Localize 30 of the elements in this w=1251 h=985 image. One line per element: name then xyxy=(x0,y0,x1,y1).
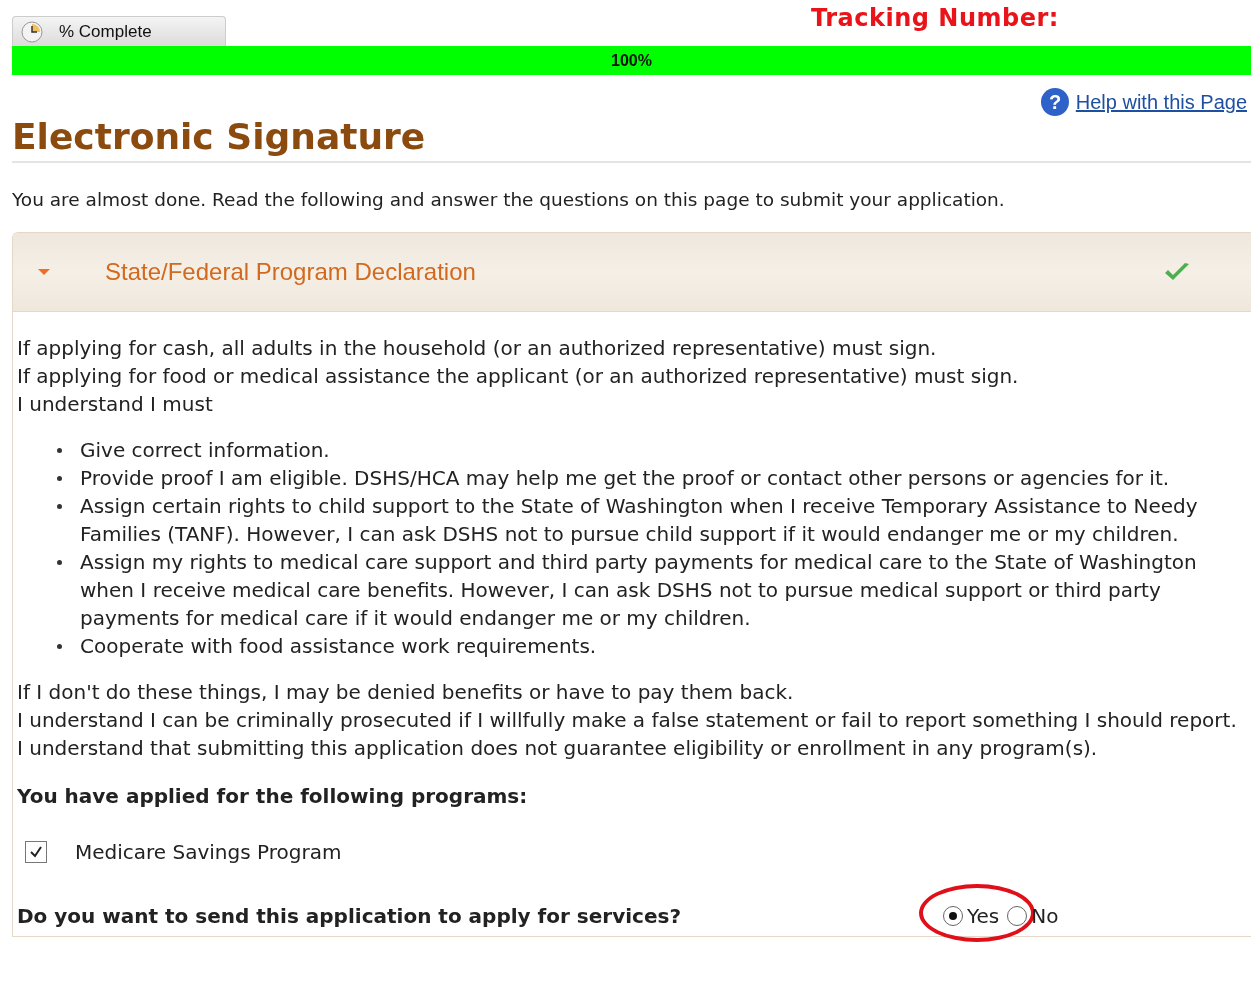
declaration-text: I understand I can be criminally prosecuted if I willfully make a false statement or fail to report something I should report. xyxy=(17,706,1238,734)
declaration-item: Cooperate with food assistance work requirements. xyxy=(80,632,597,660)
program-label: Medicare Savings Program xyxy=(75,838,342,866)
progress-reading: 100% xyxy=(611,52,652,70)
declaration-text: I understand I must xyxy=(17,390,214,418)
declaration-item: Assign certain rights to child support to the State of Washington when I receive Temporary Assistance to Needy Families (TANF). However, I can ask DSHS not to pursue child support if it would endanger me or my children. xyxy=(80,492,1199,548)
bullet-icon xyxy=(57,643,62,649)
help-icon[interactable]: ? xyxy=(1039,87,1070,117)
bullet-icon xyxy=(57,475,62,481)
panel-title: State/Federal Program Declaration xyxy=(105,257,477,286)
declaration-item: Provide proof I am eligible. DSHS/HCA may help me get the proof or contact other persons or agencies for it. xyxy=(80,464,1170,492)
bullet-icon xyxy=(57,503,62,509)
declaration-text: I understand that submitting this application does not guarantee eligibility or enrollment in any program(s). xyxy=(17,734,1099,762)
intro-text: You are almost done. Read the following and answer the questions on this page to submit your application. xyxy=(12,188,1006,210)
declaration-text: If applying for food or medical assistance the applicant (or an authorized representative) must sign. xyxy=(17,362,1020,390)
page-title: Electronic Signature xyxy=(12,117,1251,163)
declaration-text: If I don't do these things, I may be denied benefits or have to pay them back. xyxy=(17,678,795,706)
bullet-icon xyxy=(57,447,62,453)
panel-header[interactable]: State/Federal Program Declaration xyxy=(13,232,1251,312)
tracking-label: Tracking Number: xyxy=(811,4,1059,32)
option-label: Yes xyxy=(967,902,1000,930)
declaration-item: Assign my rights to medical care support and third party payments for medical care to the State of Washington when I receive medical care benefits. However, I can ask DSHS not to pursue medical support or third party payments for medical care if it would endanger me or my children. xyxy=(80,548,1198,632)
programs-heading: You have applied for the following programs: xyxy=(17,782,529,810)
declaration-text: If applying for cash, all adults in the household (or an authorized representative) must sign. xyxy=(17,334,938,362)
bullet-icon xyxy=(57,559,62,565)
declaration-item: Give correct information. xyxy=(80,436,330,464)
question-text: Do you want to send this application to apply for services? xyxy=(17,902,682,930)
help-link[interactable]: Help with this Page xyxy=(1075,90,1247,114)
clock-icon xyxy=(21,20,43,43)
program-checkbox[interactable] xyxy=(25,840,47,863)
